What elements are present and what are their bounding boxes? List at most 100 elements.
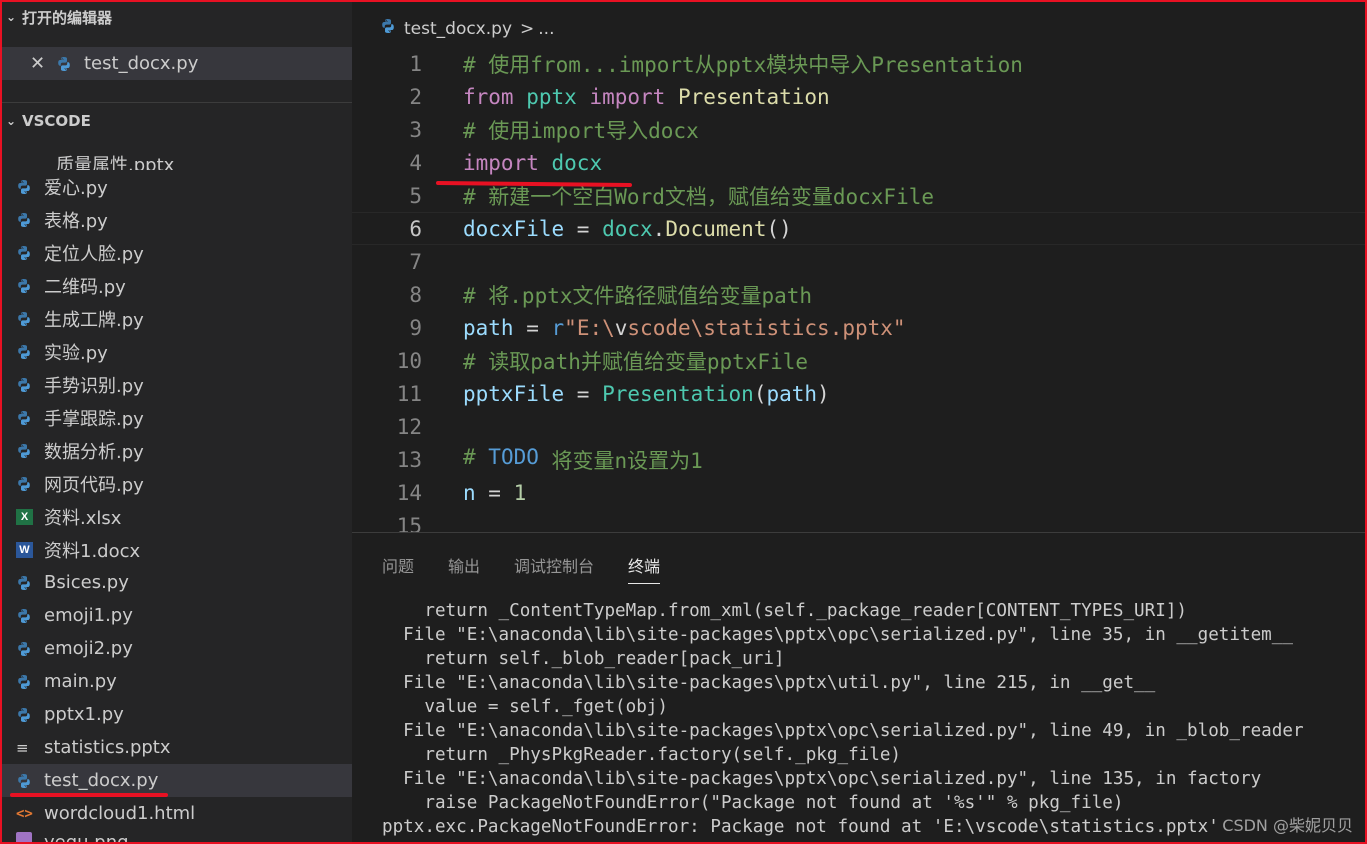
- file-label: ≡质量属性.pptx: [32, 151, 174, 170]
- panel-tab[interactable]: 输出: [448, 553, 480, 584]
- code-token: import: [589, 84, 666, 109]
- file-item[interactable]: 手势识别.py: [2, 368, 352, 401]
- code-token: TODO: [488, 444, 539, 469]
- panel-tab[interactable]: 问题: [382, 553, 414, 584]
- breadcrumb-more[interactable]: ...: [538, 19, 554, 39]
- code-token: n: [463, 480, 476, 505]
- file-item[interactable]: 定位人脸.py: [2, 236, 352, 269]
- code-line[interactable]: 6 docxFile = docx. Document(): [352, 212, 1365, 245]
- terminal-output[interactable]: return _ContentTypeMap.from_xml(self._pa…: [382, 599, 1304, 839]
- file-item[interactable]: ≡质量属性.pptx: [2, 150, 352, 170]
- code-token: scode\statistics.pptx": [627, 315, 906, 340]
- file-item[interactable]: ≡ statistics.pptx: [2, 731, 352, 764]
- file-item[interactable]: Bsices.py: [2, 566, 352, 599]
- line-number: 11: [396, 381, 422, 406]
- lines-icon: ≡: [32, 165, 46, 170]
- code-line[interactable]: 13 # TODO 将变量n设置为1: [352, 443, 1365, 476]
- code-line[interactable]: 10 # 读取path并赋值给变量pptxFile: [352, 344, 1365, 377]
- python-icon: [16, 410, 44, 426]
- file-label: 实验.py: [44, 342, 108, 364]
- code-token: =: [475, 480, 514, 505]
- chevron-down-icon: ⌄: [6, 114, 17, 128]
- code-line[interactable]: 11 pptxFile = Presentation(path): [352, 377, 1365, 410]
- code-lines[interactable]: 1 # 使用from...import从pptx模块中导入Presentation…: [352, 47, 1365, 532]
- code-token: v: [614, 315, 628, 340]
- file-item[interactable]: 实验.py: [2, 335, 352, 368]
- code-line[interactable]: 7: [352, 245, 1365, 278]
- file-label: 资料.xlsx: [44, 507, 122, 529]
- panel-tab[interactable]: 终端: [628, 553, 661, 584]
- code-token: docx: [602, 216, 653, 241]
- python-icon: [16, 575, 44, 591]
- python-icon: [380, 18, 396, 39]
- file-label: Bsices.py: [44, 572, 129, 593]
- file-label: 二维码.py: [44, 276, 126, 298]
- line-number: 7: [409, 249, 422, 274]
- terminal-line: value = self._fget(obj): [382, 697, 668, 717]
- python-icon: [16, 179, 44, 195]
- file-label: statistics.pptx: [44, 737, 171, 758]
- breadcrumb-file[interactable]: test_docx.py: [404, 19, 512, 39]
- watermark: CSDN @柴妮贝贝: [1222, 816, 1353, 835]
- terminal-line: return _ContentTypeMap.from_xml(self._pa…: [382, 601, 1188, 621]
- file-item[interactable]: 二维码.py: [2, 269, 352, 302]
- code-line[interactable]: 1 # 使用from...import从pptx模块中导入Presentation: [352, 47, 1365, 80]
- code-editor[interactable]: test_docx.py > ... 1 # 使用from...import从pp…: [352, 2, 1365, 532]
- code-token: "E:\: [564, 315, 615, 340]
- terminal-line: return _PhysPkgReader.factory(self._pkg_…: [382, 745, 902, 765]
- file-item[interactable]: 手掌跟踪.py: [2, 401, 352, 434]
- panel-tab[interactable]: 调试控制台: [514, 553, 594, 584]
- file-item[interactable]: emoji2.py: [2, 632, 352, 665]
- code-token: path: [766, 381, 818, 406]
- code-token: from: [463, 84, 514, 109]
- code-line[interactable]: 12: [352, 410, 1365, 443]
- code-token: 将变量n设置为1: [538, 448, 703, 473]
- code-line[interactable]: 3 # 使用import导入docx: [352, 113, 1365, 146]
- code-line[interactable]: 9 path = r "E:\ v scode\statistics.pptx": [352, 311, 1365, 344]
- open-editors-title: 打开的编辑器: [22, 8, 113, 27]
- open-editor-item[interactable]: ✕ test_docx.py: [2, 47, 352, 80]
- code-line[interactable]: 2 from pptx import Presentation: [352, 80, 1365, 113]
- line-number: 10: [396, 348, 422, 373]
- open-editors-header[interactable]: ⌄ 打开的编辑器: [2, 3, 352, 31]
- code-token: pptxFile: [463, 381, 565, 406]
- code-token: 1: [513, 480, 527, 505]
- file-label: emoji1.py: [44, 605, 133, 626]
- code-line[interactable]: 14 n = 1: [352, 476, 1365, 509]
- file-label: 资料1.docx: [44, 540, 141, 562]
- file-item[interactable]: W 资料1.docx: [2, 533, 352, 566]
- python-icon: [16, 608, 44, 624]
- code-text: import docx: [463, 151, 602, 175]
- code-token: =: [513, 315, 552, 340]
- lines-icon: ≡: [16, 738, 29, 757]
- file-item[interactable]: pptx1.py: [2, 698, 352, 731]
- file-label: 表格.py: [44, 210, 108, 232]
- file-item[interactable]: yegu.png: [2, 830, 352, 842]
- file-item[interactable]: <> wordcloud1.html: [2, 797, 352, 830]
- file-item[interactable]: emoji1.py: [2, 599, 352, 632]
- python-icon: [16, 344, 44, 360]
- file-item[interactable]: 数据分析.py: [2, 434, 352, 467]
- code-token: =: [564, 381, 603, 406]
- code-text: path = r "E:\ v scode\statistics.pptx": [463, 316, 906, 340]
- code-line[interactable]: 15: [352, 509, 1365, 533]
- code-token: path: [463, 315, 514, 340]
- file-item[interactable]: 生成工牌.py: [2, 302, 352, 335]
- close-icon[interactable]: ✕: [30, 53, 56, 74]
- file-item[interactable]: 爱心.py: [2, 170, 352, 203]
- bottom-panel: 问题 输出 调试控制台 终端 return _ContentTypeMap.from_…: [352, 532, 1365, 842]
- terminal-line: File "E:\anaconda\lib\site-packages\pptx…: [382, 625, 1293, 645]
- file-item[interactable]: X 资料.xlsx: [2, 500, 352, 533]
- file-item[interactable]: main.py: [2, 665, 352, 698]
- code-token: # 读取path并赋值给变量pptxFile: [463, 349, 809, 374]
- code-line[interactable]: 8 # 将.pptx文件路径赋值给变量path: [352, 278, 1365, 311]
- open-editor-label: test_docx.py: [84, 53, 199, 74]
- explorer-header[interactable]: ⌄ VSCODE: [2, 107, 352, 135]
- line-number: 8: [409, 282, 422, 307]
- code-token: ): [817, 381, 830, 406]
- file-item[interactable]: 网页代码.py: [2, 467, 352, 500]
- code-line[interactable]: 4 import docx: [352, 146, 1365, 179]
- file-item[interactable]: 表格.py: [2, 203, 352, 236]
